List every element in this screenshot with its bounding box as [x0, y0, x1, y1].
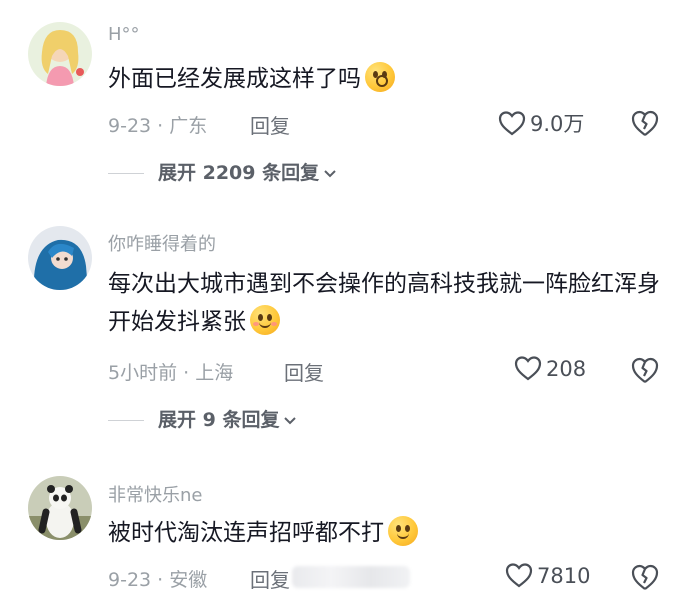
- broken-heart-icon: [631, 110, 659, 136]
- dislike-button[interactable]: [630, 356, 660, 384]
- avatar[interactable]: [28, 226, 92, 290]
- heart-icon: [498, 111, 526, 136]
- like-button[interactable]: 9.0万: [498, 108, 584, 138]
- chevron-down-icon: [324, 170, 336, 178]
- comment-text: 每次出大城市遇到不会操作的高科技我就一阵脸红浑身开始发抖紧张: [108, 265, 668, 341]
- divider-dash: [108, 173, 144, 174]
- blurred-watermark: [292, 566, 410, 588]
- like-button[interactable]: 208: [514, 355, 586, 381]
- avatar[interactable]: [28, 476, 92, 540]
- divider-dash: [108, 420, 144, 421]
- username[interactable]: H°°: [108, 24, 140, 45]
- expand-replies-label: 展开 9 条回复: [158, 409, 280, 431]
- comment-text-body: 被时代淘汰连声招呼都不打: [108, 520, 384, 546]
- like-count: 7810: [537, 564, 591, 588]
- comment-text: 外面已经发展成这样了吗: [108, 60, 668, 98]
- reply-button[interactable]: 回复: [250, 110, 290, 139]
- smiling-face-emoji: [388, 516, 418, 546]
- comment-meta: 9-23 · 广东: [108, 115, 208, 137]
- reply-button[interactable]: 回复: [284, 357, 324, 386]
- expand-replies-button[interactable]: 展开 2209 条回复: [108, 158, 337, 185]
- reply-button[interactable]: 回复: [250, 564, 290, 593]
- heart-icon: [505, 563, 533, 588]
- comment-text-body: 每次出大城市遇到不会操作的高科技我就一阵脸红浑身开始发抖紧张: [108, 271, 660, 335]
- username[interactable]: 你咋睡得着的: [108, 230, 216, 256]
- broken-heart-icon: [631, 564, 659, 590]
- heart-icon: [514, 356, 542, 381]
- like-count: 208: [546, 357, 587, 381]
- like-count: 9.0万: [530, 112, 585, 136]
- dislike-button[interactable]: [630, 109, 660, 137]
- chevron-down-icon: [284, 417, 297, 425]
- grinning-face-emoji: [250, 305, 280, 335]
- comment-meta: 9-23 · 安徽: [108, 569, 208, 591]
- comment-text: 被时代淘汰连声招呼都不打: [108, 514, 668, 552]
- username[interactable]: 非常快乐ne: [108, 481, 202, 507]
- avatar[interactable]: [28, 22, 92, 86]
- broken-heart-icon: [631, 357, 659, 383]
- dislike-button[interactable]: [630, 563, 660, 591]
- expand-replies-button[interactable]: 展开 9 条回复: [108, 405, 297, 432]
- comment-text-body: 外面已经发展成这样了吗: [108, 66, 361, 92]
- shocked-face-emoji: [365, 62, 395, 92]
- expand-replies-label: 展开 2209 条回复: [158, 162, 320, 184]
- like-button[interactable]: 7810: [505, 562, 590, 588]
- comment-meta: 5小时前 · 上海: [108, 362, 234, 384]
